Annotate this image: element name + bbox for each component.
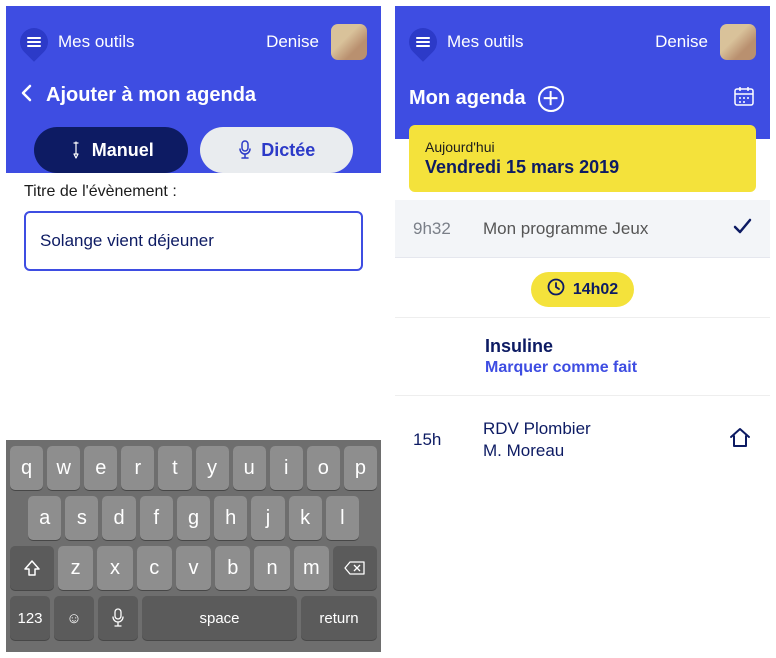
backspace-icon (344, 560, 366, 576)
keyboard-key-y[interactable]: y (196, 446, 229, 490)
today-date: Vendredi 15 mars 2019 (425, 157, 740, 178)
input-mode-tabs: Manuel Dictée (20, 127, 367, 173)
shift-icon (23, 559, 41, 577)
topbar: Mes outils Denise (409, 24, 756, 84)
today-card: Aujourd'hui Vendredi 15 mars 2019 (409, 125, 756, 192)
keyboard-key-q[interactable]: q (10, 446, 43, 490)
clock-icon (547, 278, 565, 301)
hamburger-icon (403, 22, 443, 62)
keyboard-shift-key[interactable] (10, 546, 54, 590)
current-time-row: 14h02 (395, 258, 770, 318)
keyboard-key-m[interactable]: m (294, 546, 329, 590)
keyboard-key-w[interactable]: w (47, 446, 80, 490)
keyboard-key-d[interactable]: d (102, 496, 135, 540)
keyboard-key-i[interactable]: i (270, 446, 303, 490)
event-title-input[interactable] (24, 211, 363, 271)
home-icon (728, 426, 752, 455)
tools-label: Mes outils (58, 32, 135, 52)
header-right: Mes outils Denise Mon agenda ＋ (395, 6, 770, 139)
tab-manual-label: Manuel (92, 140, 154, 161)
keyboard-key-s[interactable]: s (65, 496, 98, 540)
keyboard-key-z[interactable]: z (58, 546, 93, 590)
event-title-label: Titre de l'évènement : (24, 183, 363, 201)
tab-dictee[interactable]: Dictée (200, 127, 354, 173)
keyboard-key-t[interactable]: t (158, 446, 191, 490)
agenda-item-task[interactable]: Insuline Marquer comme fait (395, 318, 770, 396)
keyboard-numbers-key[interactable]: 123 (10, 596, 50, 640)
appointment-time: 15h (413, 430, 465, 450)
tab-manual[interactable]: Manuel (34, 127, 188, 173)
today-label: Aujourd'hui (425, 139, 740, 155)
mic-icon (110, 608, 126, 628)
user-chip[interactable]: Denise (266, 24, 367, 60)
tools-label: Mes outils (447, 32, 524, 52)
add-event-button[interactable]: ＋ (538, 86, 564, 112)
appointment-text: RDV Plombier M. Moreau (483, 418, 710, 462)
avatar (331, 24, 367, 60)
onscreen-keyboard: qwertyuiop asdfghjkl zxcvbnm 123 ☺ space… (6, 440, 381, 652)
keyboard-key-a[interactable]: a (28, 496, 61, 540)
keyboard-key-h[interactable]: h (214, 496, 247, 540)
keyboard-key-l[interactable]: l (326, 496, 359, 540)
keyboard-space-key[interactable]: space (142, 596, 297, 640)
agenda-item-time: 9h32 (413, 219, 465, 239)
page-title: Ajouter à mon agenda (46, 84, 256, 107)
hamburger-icon (14, 22, 54, 62)
calendar-icon (732, 84, 756, 108)
menu-trigger[interactable]: Mes outils (409, 28, 524, 56)
keyboard-key-r[interactable]: r (121, 446, 154, 490)
agenda-item-label: Mon programme Jeux (483, 219, 714, 239)
keyboard-key-n[interactable]: n (254, 546, 289, 590)
keyboard-key-u[interactable]: u (233, 446, 266, 490)
keyboard-key-b[interactable]: b (215, 546, 250, 590)
keyboard-backspace-key[interactable] (333, 546, 377, 590)
keyboard-key-v[interactable]: v (176, 546, 211, 590)
current-time-badge: 14h02 (531, 272, 634, 307)
keyboard-key-g[interactable]: g (177, 496, 210, 540)
title-row: Ajouter à mon agenda (20, 84, 367, 127)
agenda-title: Mon agenda (409, 87, 526, 110)
keyboard-key-p[interactable]: p (344, 446, 377, 490)
back-button[interactable] (20, 84, 32, 107)
keyboard-mic-key[interactable] (98, 596, 138, 640)
agenda-content: Aujourd'hui Vendredi 15 mars 2019 9h32 M… (395, 139, 770, 484)
keyboard-key-e[interactable]: e (84, 446, 117, 490)
avatar (720, 24, 756, 60)
keyboard-key-x[interactable]: x (97, 546, 132, 590)
header-left: Mes outils Denise Ajouter à mon agenda M… (6, 6, 381, 173)
mic-icon (237, 140, 253, 160)
user-name: Denise (266, 32, 319, 52)
keyboard-key-j[interactable]: j (251, 496, 284, 540)
keyboard-key-k[interactable]: k (289, 496, 322, 540)
screen-agenda: Mes outils Denise Mon agenda ＋ Aujourd'h… (395, 6, 770, 652)
task-mark-done-link[interactable]: Marquer comme fait (485, 359, 752, 377)
user-chip[interactable]: Denise (655, 24, 756, 60)
plus-icon: ＋ (542, 90, 560, 108)
keyboard-emoji-key[interactable]: ☺ (54, 596, 94, 640)
menu-trigger[interactable]: Mes outils (20, 28, 135, 56)
user-name: Denise (655, 32, 708, 52)
keyboard-key-f[interactable]: f (140, 496, 173, 540)
event-form: Titre de l'évènement : (6, 153, 381, 289)
keyboard-key-c[interactable]: c (137, 546, 172, 590)
tab-dictee-label: Dictée (261, 140, 315, 161)
current-time-value: 14h02 (573, 281, 618, 299)
checkmark-icon (732, 216, 752, 241)
screen-add-event: Mes outils Denise Ajouter à mon agenda M… (6, 6, 381, 652)
keyboard-key-o[interactable]: o (307, 446, 340, 490)
pencil-icon (68, 140, 84, 160)
agenda-item-appointment[interactable]: 15h RDV Plombier M. Moreau (395, 396, 770, 484)
appointment-title: RDV Plombier (483, 418, 710, 440)
task-title: Insuline (485, 336, 752, 357)
keyboard-return-key[interactable]: return (301, 596, 377, 640)
topbar: Mes outils Denise (20, 24, 367, 84)
calendar-button[interactable] (732, 84, 756, 113)
agenda-item-completed[interactable]: 9h32 Mon programme Jeux (395, 200, 770, 258)
appointment-subtitle: M. Moreau (483, 440, 710, 462)
